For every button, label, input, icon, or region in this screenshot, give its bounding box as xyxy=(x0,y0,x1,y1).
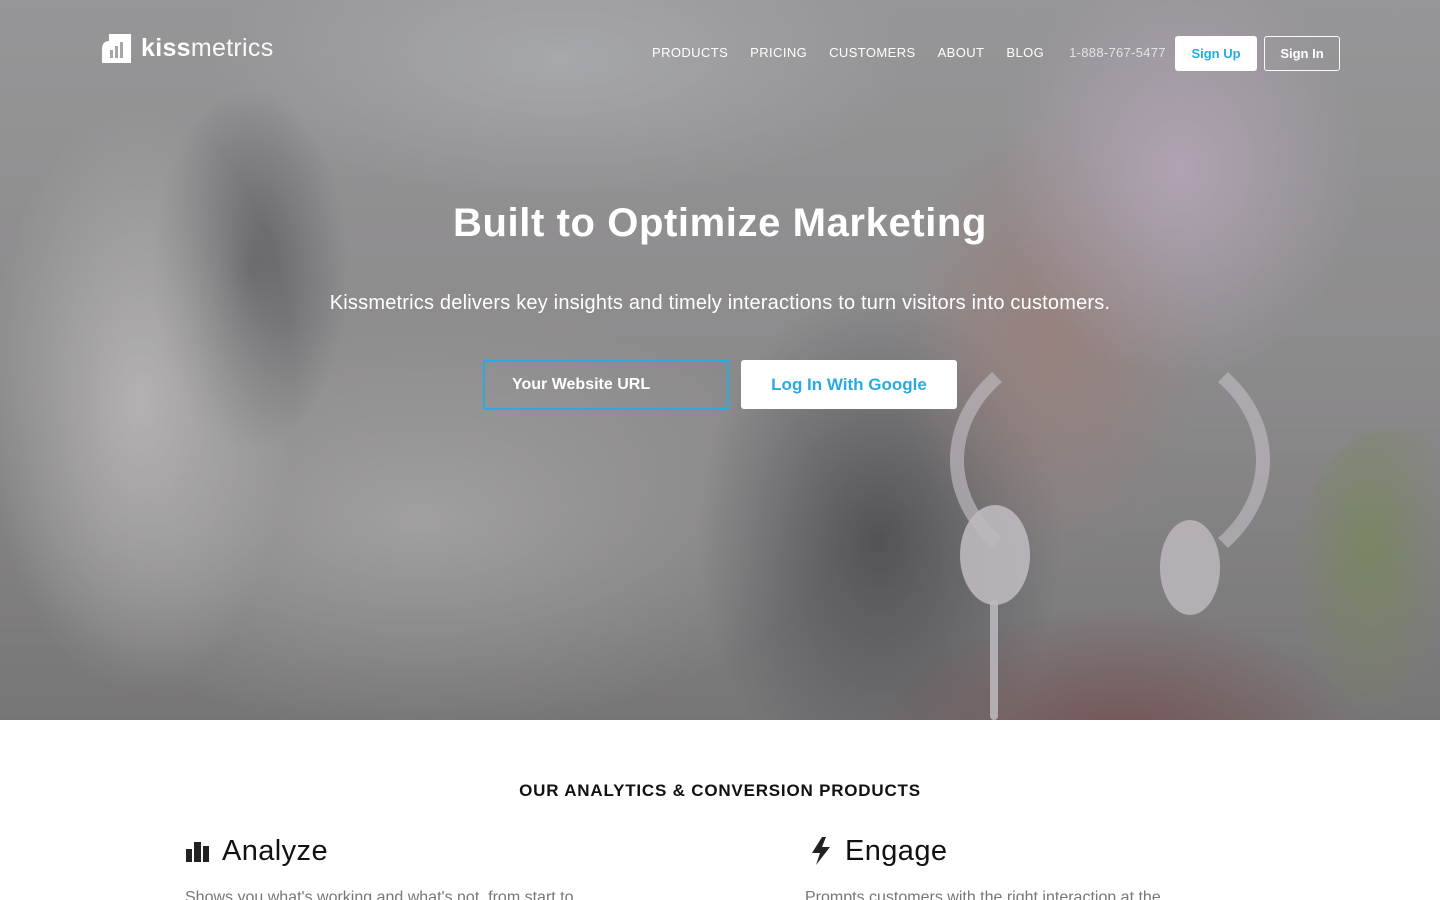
product-analyze-title: Analyze xyxy=(222,835,328,867)
top-navigation: kissmetrics PRODUCTS PRICING CUSTOMERS A… xyxy=(0,0,1440,100)
nav-link-about[interactable]: ABOUT xyxy=(938,45,985,61)
hero-title: Built to Optimize Marketing xyxy=(453,201,987,245)
bar-chart-icon xyxy=(185,836,213,866)
logo-text-bold: kiss xyxy=(141,33,191,62)
sign-up-button[interactable]: Sign Up xyxy=(1175,36,1257,71)
nav-link-products[interactable]: PRODUCTS xyxy=(652,45,728,61)
product-analyze: Analyze xyxy=(185,832,328,870)
sign-in-button[interactable]: Sign In xyxy=(1264,36,1340,71)
logo-text-light: metrics xyxy=(190,33,274,62)
phone-number: 1-888-767-5477 xyxy=(1069,45,1166,60)
product-engage: Engage xyxy=(808,832,947,870)
main-menu: PRODUCTS PRICING CUSTOMERS ABOUT BLOG 1-… xyxy=(652,45,1166,61)
products-heading: OUR ANALYTICS & CONVERSION PRODUCTS xyxy=(519,781,921,800)
hero-subtitle: Kissmetrics delivers key insights and ti… xyxy=(329,292,1111,314)
hero-section: kissmetrics PRODUCTS PRICING CUSTOMERS A… xyxy=(0,0,1440,720)
website-url-input[interactable] xyxy=(483,360,729,410)
kissmetrics-logo-icon xyxy=(101,33,132,64)
logo-link[interactable]: kissmetrics xyxy=(101,32,274,64)
product-analyze-description: Shows you what's working and what's not,… xyxy=(185,889,574,900)
lightning-bolt-icon xyxy=(808,836,836,866)
product-engage-title: Engage xyxy=(845,835,948,867)
logo-text: kissmetrics xyxy=(141,33,274,62)
product-engage-description: Prompts customers with the right interac… xyxy=(805,889,1161,900)
nav-link-blog[interactable]: BLOG xyxy=(1006,45,1044,61)
google-login-button[interactable]: Log In With Google xyxy=(741,360,957,409)
nav-link-pricing[interactable]: PRICING xyxy=(750,45,807,61)
nav-link-customers[interactable]: CUSTOMERS xyxy=(829,45,915,61)
